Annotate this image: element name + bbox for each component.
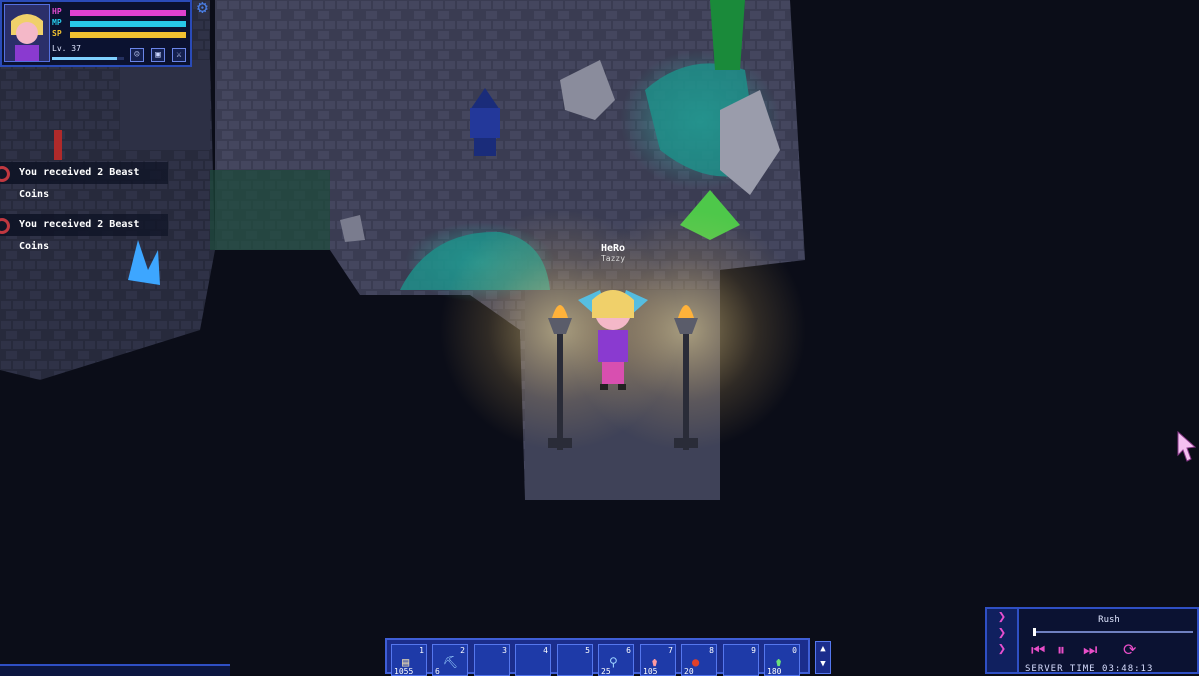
seek-knob[interactable]: [1033, 628, 1036, 636]
slot-number: 2: [460, 646, 465, 655]
character-nametag: HeRo Tazzy: [578, 243, 648, 263]
hp-bar: HP: [52, 7, 188, 17]
slot-number: 4: [543, 646, 548, 655]
game-world[interactable]: [0, 0, 1199, 674]
notification-text: You received 2 Beast Coins: [19, 167, 140, 200]
level-text: Lv. 37: [52, 44, 81, 53]
seek-bar[interactable]: [1033, 628, 1193, 636]
server-time: SERVER TIME 03:48:13: [1025, 664, 1154, 674]
pause-icon[interactable]: ⏸: [1057, 640, 1065, 660]
xp-bar: [52, 57, 124, 60]
slot-count: 25: [601, 667, 611, 676]
slot-number: 1: [419, 646, 424, 655]
hotbar-slot-1[interactable]: 1 ▤ 1055: [391, 644, 427, 676]
next-track-icon[interactable]: ⏭: [1083, 640, 1097, 660]
slot-number: 9: [751, 646, 756, 655]
skills-icon: ⚔: [176, 50, 182, 60]
slot-count: 180: [767, 667, 782, 676]
hotbar-slot-4[interactable]: 4: [515, 644, 551, 676]
slot-count: 105: [643, 667, 658, 676]
hotbar-slot-6[interactable]: 6 ⚲ 25: [598, 644, 634, 676]
pickaxe-icon: ⛏: [443, 655, 459, 669]
slot-number: 6: [626, 646, 631, 655]
portrait-icon: [5, 5, 49, 61]
inventory-button[interactable]: ▣: [151, 48, 165, 62]
hotbar-slot-7[interactable]: 7 ⚱ 105: [640, 644, 676, 676]
notification-text: You received 2 Beast Coins: [19, 219, 140, 252]
mp-label: MP: [52, 18, 62, 27]
previous-track-icon[interactable]: ⏮: [1031, 640, 1045, 660]
hotbar-slot-3[interactable]: 3: [474, 644, 510, 676]
slot-count: 1055: [394, 667, 414, 676]
slot-count: 6: [435, 667, 440, 676]
settings-gear-icon[interactable]: ⚙: [197, 0, 208, 18]
chevron-icon: ❯ ❯ ❯: [997, 609, 1007, 657]
profile-icon: ☺: [134, 50, 140, 60]
hotbar-slot-9[interactable]: 9: [723, 644, 759, 676]
world-scene: [0, 0, 1199, 674]
character-subtitle: Tazzy: [600, 254, 626, 263]
sp-label: SP: [52, 29, 62, 38]
sp-fill: [70, 32, 186, 38]
slot-count: 20: [684, 667, 694, 676]
hotbar-slot-2[interactable]: 2 ⛏ 6: [432, 644, 468, 676]
chat-bar[interactable]: [0, 664, 230, 676]
mp-fill: [70, 21, 186, 27]
grass-patch: [210, 170, 330, 250]
track-name: Rush: [1098, 615, 1120, 625]
slot-number: 8: [709, 646, 714, 655]
repeat-icon[interactable]: ⟳: [1123, 640, 1136, 659]
notification-item: You received 2 Beast Coins: [0, 214, 168, 252]
sp-bar: SP: [52, 29, 188, 39]
slot-number: 0: [792, 646, 797, 655]
character-name: HeRo: [600, 243, 626, 254]
skills-button[interactable]: ⚔: [172, 48, 186, 62]
scroll-down-icon[interactable]: ▼: [816, 657, 830, 672]
hp-fill: [70, 10, 186, 16]
hotbar-slot-5[interactable]: 5: [557, 644, 593, 676]
music-player: ❯ ❯ ❯ Rush ⏮ ⏸ ⏭ ⟳ SERVER TIME 03:48:13: [985, 607, 1199, 674]
slot-number: 3: [502, 646, 507, 655]
notification-item: You received 2 Beast Coins: [0, 162, 168, 200]
player-portrait[interactable]: [4, 4, 50, 62]
hotbar-slot-0[interactable]: 0 ⚱ 180: [764, 644, 800, 676]
hotbar: 1 ▤ 1055 2 ⛏ 6 3 4 5 6 ⚲ 25 7 ⚱ 105 8 ● …: [385, 638, 810, 676]
coin-icon: [0, 166, 10, 182]
coin-icon: [0, 218, 10, 234]
scroll-up-icon[interactable]: ▲: [816, 642, 830, 657]
hp-label: HP: [52, 7, 62, 16]
wooden-wall: [120, 60, 210, 150]
music-expand-button[interactable]: ❯ ❯ ❯: [987, 609, 1019, 672]
profile-button[interactable]: ☺: [130, 48, 144, 62]
inventory-icon: ▣: [155, 50, 161, 60]
plant: [710, 0, 745, 70]
xp-fill: [52, 57, 117, 60]
player-status-panel: HP MP SP Lv. 37 ☺ ▣ ⚔: [0, 0, 192, 67]
red-post: [54, 130, 62, 160]
hotbar-slot-8[interactable]: 8 ● 20: [681, 644, 717, 676]
slot-number: 5: [585, 646, 590, 655]
hotbar-scroll[interactable]: ▲ ▼: [815, 641, 831, 674]
slot-number: 7: [668, 646, 673, 655]
mp-bar: MP: [52, 18, 188, 28]
cursor-icon: [1177, 430, 1197, 467]
